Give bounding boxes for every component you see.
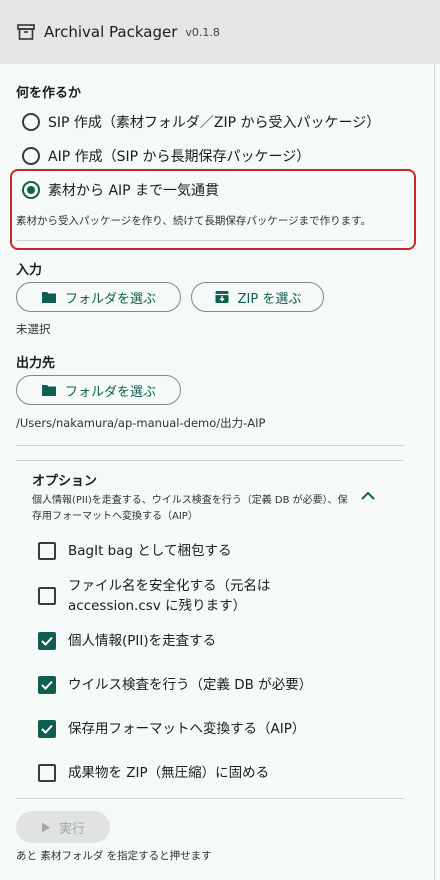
app-header: Archival Packager v0.1.8 bbox=[0, 0, 440, 64]
checkbox-zip-output[interactable] bbox=[38, 764, 56, 782]
output-folder-button-label: フォルダを選ぶ bbox=[64, 384, 156, 400]
input-section-label: 入力 bbox=[16, 263, 43, 278]
app-title: Archival Packager bbox=[44, 23, 178, 41]
option-label: ウイルス検査を行う（定義 DB が必要） bbox=[68, 677, 313, 693]
option-label: 個人情報(PII)を走査する bbox=[68, 633, 217, 649]
folder-icon bbox=[41, 290, 57, 304]
options-title: オプション bbox=[32, 474, 98, 489]
checkbox-pii-scan[interactable] bbox=[38, 632, 56, 650]
mode-option-sip[interactable]: SIP 作成（素材フォルダ／ZIP から受入パッケージ） bbox=[22, 112, 380, 132]
divider bbox=[16, 798, 404, 799]
mode-section-label: 何を作るか bbox=[16, 86, 82, 101]
archive-box-icon bbox=[16, 22, 36, 42]
play-icon bbox=[41, 822, 51, 833]
option-label: 成果物を ZIP（無圧縮）に固める bbox=[68, 765, 270, 781]
option-label: BagIt bag として梱包する bbox=[68, 543, 232, 559]
mode-option-pipeline[interactable]: 素材から AIP まで一気通貫 bbox=[22, 180, 219, 200]
output-path: /Users/nakamura/ap-manual-demo/出力-AIP bbox=[16, 416, 266, 430]
folder-icon bbox=[41, 383, 57, 397]
mode-option-label: SIP 作成（素材フォルダ／ZIP から受入パッケージ） bbox=[48, 115, 381, 131]
option-sanitize-filenames[interactable]: ファイル名を安全化する（元名は accession.csv に残ります） bbox=[38, 576, 308, 616]
input-folder-button[interactable]: フォルダを選ぶ bbox=[16, 282, 181, 312]
options-header[interactable]: オプション 個人情報(PII)を走査する、ウイルス検査を行う（定義 DB が必要… bbox=[32, 470, 352, 525]
checkbox-format-convert[interactable] bbox=[38, 720, 56, 738]
input-zip-button[interactable]: ZIP を選ぶ bbox=[191, 282, 324, 312]
checkmark-icon bbox=[41, 680, 53, 690]
radio-aip[interactable] bbox=[22, 147, 40, 165]
run-hint: あと 素材フォルダ を指定すると押せます bbox=[16, 850, 212, 862]
app-version: v0.1.8 bbox=[185, 25, 220, 39]
option-bagit[interactable]: BagIt bag として梱包する bbox=[38, 541, 231, 561]
input-folder-button-label: フォルダを選ぶ bbox=[64, 291, 156, 307]
chevron-up-icon[interactable] bbox=[358, 488, 378, 504]
run-button[interactable]: 実行 bbox=[16, 811, 110, 843]
zip-archive-icon bbox=[214, 289, 230, 305]
radio-pipeline[interactable] bbox=[22, 181, 40, 199]
option-format-convert[interactable]: 保存用フォーマットへ変換する（AIP） bbox=[38, 719, 305, 739]
options-summary: 個人情報(PII)を走査する、ウイルス検査を行う（定義 DB が必要）、保存用フ… bbox=[32, 495, 348, 522]
option-label: 保存用フォーマットへ変換する（AIP） bbox=[68, 721, 306, 737]
divider bbox=[16, 240, 404, 241]
option-label: ファイル名を安全化する（元名は accession.csv に残ります） bbox=[68, 578, 271, 614]
output-folder-button[interactable]: フォルダを選ぶ bbox=[16, 375, 181, 405]
mode-option-label: AIP 作成（SIP から長期保存パッケージ） bbox=[48, 149, 311, 165]
output-section-label: 出力先 bbox=[16, 356, 56, 371]
input-zip-button-label: ZIP を選ぶ bbox=[237, 291, 302, 307]
checkmark-icon bbox=[41, 724, 53, 734]
scrollbar-track[interactable] bbox=[434, 64, 440, 880]
options-panel-top-border bbox=[16, 460, 404, 461]
mode-option-label: 素材から AIP まで一気通貫 bbox=[48, 183, 220, 199]
checkbox-sanitize-filenames[interactable] bbox=[38, 587, 56, 605]
input-status: 未選択 bbox=[16, 322, 51, 336]
option-zip-output[interactable]: 成果物を ZIP（無圧縮）に固める bbox=[38, 763, 269, 783]
option-virus-scan[interactable]: ウイルス検査を行う（定義 DB が必要） bbox=[38, 675, 312, 695]
mode-description: 素材から受入パッケージを作り、続けて長期保存パッケージまで作ります。 bbox=[16, 215, 372, 227]
checkmark-icon bbox=[41, 636, 53, 646]
checkbox-virus-scan[interactable] bbox=[38, 676, 56, 694]
run-button-label: 実行 bbox=[58, 821, 85, 837]
mode-option-aip[interactable]: AIP 作成（SIP から長期保存パッケージ） bbox=[22, 146, 310, 166]
checkbox-bagit[interactable] bbox=[38, 542, 56, 560]
radio-sip[interactable] bbox=[22, 113, 40, 131]
divider bbox=[16, 445, 404, 446]
option-pii-scan[interactable]: 個人情報(PII)を走査する bbox=[38, 631, 216, 651]
